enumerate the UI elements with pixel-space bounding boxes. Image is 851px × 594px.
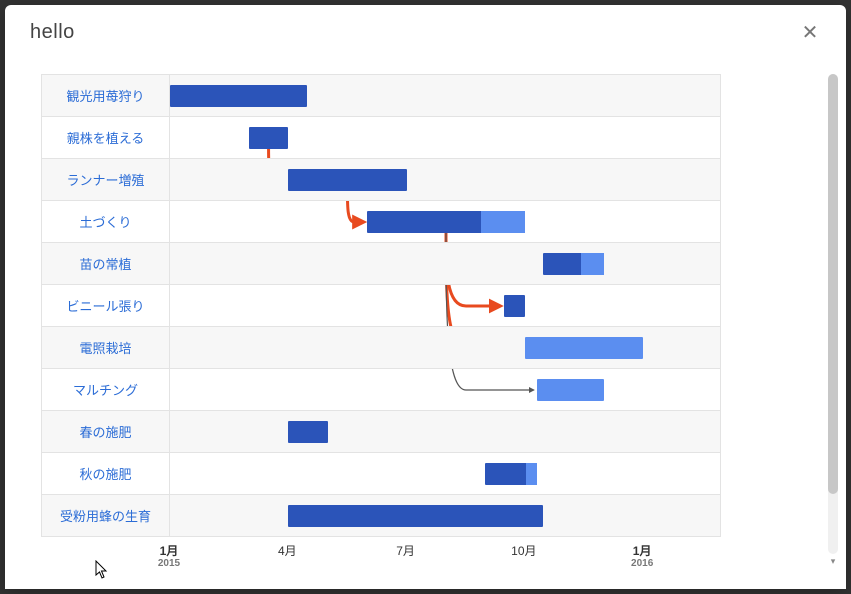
gantt-row-label[interactable]: ランナー増殖 — [42, 159, 170, 200]
gantt-row-label[interactable]: 親株を植える — [42, 117, 170, 158]
gantt-bar[interactable] — [525, 337, 643, 359]
gantt-bar[interactable] — [367, 211, 525, 233]
gantt-row-label[interactable]: 春の施肥 — [42, 411, 170, 452]
dialog-title: hello — [30, 21, 75, 44]
axis-tick: 10月 — [511, 545, 536, 558]
gantt-row: 春の施肥 — [42, 411, 720, 453]
gantt-bar-remaining — [481, 211, 525, 233]
gantt-row-track — [170, 117, 720, 158]
gantt-bar[interactable] — [249, 127, 288, 149]
gantt-row: ランナー増殖 — [42, 159, 720, 201]
dialog-header: hello ✕ — [5, 5, 846, 60]
axis-tick: 7月 — [396, 545, 415, 558]
gantt-row-track — [170, 327, 720, 368]
gantt-bar[interactable] — [288, 421, 327, 443]
gantt-row-label[interactable]: 受粉用蜂の生育 — [42, 495, 170, 536]
gantt-row-track — [170, 159, 720, 200]
gantt-row-label[interactable]: 苗の常植 — [42, 243, 170, 284]
gantt-row: 秋の施肥 — [42, 453, 720, 495]
gantt-row-label[interactable]: 秋の施肥 — [42, 453, 170, 494]
gantt-row-label[interactable]: 観光用苺狩り — [42, 75, 170, 116]
gantt-row-track — [170, 411, 720, 452]
axis-tick: 1月2016 — [631, 545, 653, 569]
gantt-row-label[interactable]: 土づくり — [42, 201, 170, 242]
scroll-down-icon[interactable]: ▾ — [828, 556, 838, 566]
gantt-row-track — [170, 201, 720, 242]
gantt-row-track — [170, 75, 720, 116]
gantt-bar-remaining — [526, 463, 536, 485]
gantt-row: マルチング — [42, 369, 720, 411]
gantt-bar[interactable] — [543, 253, 603, 275]
gantt-row: 親株を植える — [42, 117, 720, 159]
gantt-row: 土づくり — [42, 201, 720, 243]
gantt-row-track — [170, 285, 720, 326]
gantt-row: 電照栽培 — [42, 327, 720, 369]
gantt-bar[interactable] — [288, 505, 543, 527]
close-button[interactable]: ✕ — [796, 19, 824, 47]
gantt-row-label[interactable]: マルチング — [42, 369, 170, 410]
gantt-row: ビニール張り — [42, 285, 720, 327]
axis-tick: 1月2015 — [158, 545, 180, 569]
gantt-row: 受粉用蜂の生育 — [42, 495, 720, 537]
dialog-body[interactable]: 観光用苺狩り親株を植えるランナー増殖土づくり苗の常植ビニール張り電照栽培マルチン… — [5, 60, 846, 589]
gantt-row-label[interactable]: 電照栽培 — [42, 327, 170, 368]
gantt-row: 観光用苺狩り — [42, 75, 720, 117]
gantt-bar[interactable] — [288, 169, 406, 191]
gantt-row-track — [170, 369, 720, 410]
close-icon: ✕ — [802, 20, 819, 45]
dialog: hello ✕ 観光用苺狩り親株を植えるランナー増殖土づくり苗の常植ビニール張り… — [5, 5, 846, 589]
axis-tick: 4月 — [278, 545, 297, 558]
time-axis: 1月2015 4月 7月 10月 1月2016 — [41, 539, 721, 569]
scrollbar-thumb[interactable] — [828, 74, 838, 494]
gantt-bar[interactable] — [170, 85, 307, 107]
gantt-row-label[interactable]: ビニール張り — [42, 285, 170, 326]
gantt-row-track — [170, 453, 720, 494]
gantt-bar[interactable] — [485, 463, 536, 485]
gantt-bar[interactable] — [504, 295, 525, 317]
gantt-bar-remaining — [581, 253, 604, 275]
gantt-row: 苗の常植 — [42, 243, 720, 285]
gantt-row-track — [170, 495, 720, 536]
gantt-chart: 観光用苺狩り親株を植えるランナー増殖土づくり苗の常植ビニール張り電照栽培マルチン… — [41, 74, 721, 537]
gantt-row-track — [170, 243, 720, 284]
scrollbar[interactable]: ▴ ▾ — [828, 74, 838, 554]
gantt-bar[interactable] — [537, 379, 604, 401]
